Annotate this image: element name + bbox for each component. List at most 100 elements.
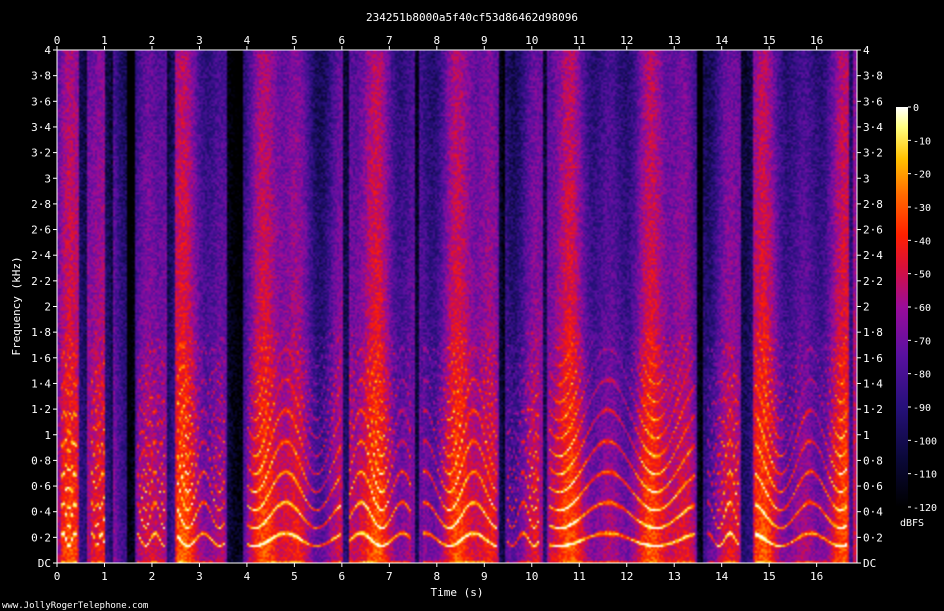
y-tick-label: 1·6 bbox=[31, 352, 51, 365]
x-tick-label-top: 1 bbox=[101, 34, 108, 47]
colorbar-tick-label: -120 bbox=[913, 503, 937, 514]
x-tick-label-top: 11 bbox=[573, 34, 586, 47]
x-tick-label-top: 6 bbox=[339, 34, 346, 47]
colorbar-tick-label: -90 bbox=[913, 403, 931, 414]
y-tick-label-right: 0·8 bbox=[863, 454, 883, 467]
x-tick-label-top: 5 bbox=[291, 34, 298, 47]
y-tick-label-right: 3·8 bbox=[863, 70, 883, 83]
colorbar-tick-label: -110 bbox=[913, 470, 937, 481]
y-tick-label-right: 4 bbox=[863, 44, 870, 57]
colorbar-tick-label: -30 bbox=[913, 203, 931, 214]
y-tick-label-right: 0·4 bbox=[863, 506, 883, 519]
x-tick-label: 14 bbox=[715, 570, 729, 583]
x-tick-label-top: 10 bbox=[525, 34, 538, 47]
y-tick-label: 2·4 bbox=[31, 249, 51, 262]
y-tick-label-right: 3·2 bbox=[863, 147, 883, 160]
y-tick-label-right: 2·4 bbox=[863, 249, 883, 262]
y-axis-right: DC 0·2 0·4 0·6 0·8 1 1·2 1·4 1·6 1·8 2 2·2 2·4 2·6 2·8… bbox=[857, 44, 883, 570]
y-tick-label-right: 2·6 bbox=[863, 224, 883, 237]
y-tick-label: 3·2 bbox=[31, 147, 51, 160]
colorbar: 0 -10 -20 -30 -40 -50 -60 -70 -80 -90 -100 -110 -120… bbox=[896, 103, 937, 529]
y-tick-label-right: 0·6 bbox=[863, 480, 883, 493]
x-tick-label-top: 16 bbox=[810, 34, 823, 47]
y-tick-label-right: 3·6 bbox=[863, 95, 883, 108]
y-tick-label-right: 1·4 bbox=[863, 377, 883, 390]
x-tick-label: 6 bbox=[339, 570, 346, 583]
y-tick-label: 2·8 bbox=[31, 198, 51, 211]
y-tick-label-right: 1·2 bbox=[863, 403, 883, 416]
y-tick-label-right: 2 bbox=[863, 301, 870, 314]
y-tick-label: 3·4 bbox=[31, 121, 51, 134]
x-tick-label: 9 bbox=[481, 570, 488, 583]
colorbar-label: dBFS bbox=[900, 518, 924, 529]
x-tick-label: 13 bbox=[668, 570, 681, 583]
x-tick-label: 7 bbox=[386, 570, 393, 583]
y-tick-label-right: 1·8 bbox=[863, 326, 883, 339]
colorbar-tick-label: -70 bbox=[913, 336, 931, 347]
x-tick-label-top: 8 bbox=[434, 34, 441, 47]
x-tick-label: 1 bbox=[101, 570, 108, 583]
y-tick-label: 1·2 bbox=[31, 403, 51, 416]
y-tick-label: 2·2 bbox=[31, 275, 51, 288]
x-tick-label-top: 0 bbox=[54, 34, 61, 47]
colorbar-tick-label: -50 bbox=[913, 270, 931, 281]
x-tick-label: 10 bbox=[525, 570, 538, 583]
y-tick-label: 0·2 bbox=[31, 531, 51, 544]
x-tick-label-top: 15 bbox=[763, 34, 776, 47]
y-tick-label-right: 1 bbox=[863, 429, 870, 442]
x-tick-label-top: 14 bbox=[715, 34, 729, 47]
y-tick-label-right: 2·2 bbox=[863, 275, 883, 288]
colorbar-tick-label: -80 bbox=[913, 370, 931, 381]
footer-credit: www.JollyRogerTelephone.com bbox=[2, 601, 148, 611]
y-tick-label: 4 bbox=[44, 44, 51, 57]
y-tick-label: 1 bbox=[44, 429, 51, 442]
y-tick-label: 3 bbox=[44, 172, 51, 185]
y-tick-label: 1·8 bbox=[31, 326, 51, 339]
x-tick-label: 2 bbox=[149, 570, 156, 583]
y-tick-label: DC bbox=[38, 557, 51, 570]
plot-area bbox=[56, 49, 858, 564]
x-tick-label-top: 4 bbox=[244, 34, 251, 47]
y-tick-label-right: 0·2 bbox=[863, 531, 883, 544]
y-tick-label-right: 3·4 bbox=[863, 121, 883, 134]
y-tick-label: 3·8 bbox=[31, 70, 51, 83]
colorbar-tick-label: -100 bbox=[913, 436, 937, 447]
y-tick-label: 0·6 bbox=[31, 480, 51, 493]
x-tick-label: 15 bbox=[763, 570, 776, 583]
spectrogram-chart: 234251b8000a5f40cf53d86462d98096 0123456… bbox=[2, 11, 937, 611]
x-axis-bottom: 0 1 2 3 4 5 6 7 8 9 10 11 12 13 14 15 16 bbox=[54, 563, 823, 583]
y-tick-label-right: DC bbox=[863, 557, 876, 570]
x-tick-label-top: 12 bbox=[620, 34, 633, 47]
spectrogram-image bbox=[57, 50, 857, 563]
x-tick-label: 0 bbox=[54, 570, 61, 583]
y-tick-label-right: 1·6 bbox=[863, 352, 883, 365]
y-tick-label: 2·6 bbox=[31, 224, 51, 237]
x-tick-label-top: 13 bbox=[668, 34, 681, 47]
colorbar-tick-label: -60 bbox=[913, 303, 931, 314]
x-tick-label: 8 bbox=[434, 570, 441, 583]
x-axis-label: Time (s) bbox=[431, 586, 484, 599]
x-tick-label: 12 bbox=[620, 570, 633, 583]
x-tick-label-top: 9 bbox=[481, 34, 488, 47]
x-tick-label: 4 bbox=[244, 570, 251, 583]
y-tick-label: 2 bbox=[44, 301, 51, 314]
y-axis-label: Frequency (kHz) bbox=[10, 256, 23, 355]
colorbar-gradient bbox=[896, 107, 908, 507]
x-tick-label: 11 bbox=[573, 570, 586, 583]
x-tick-label-top: 3 bbox=[196, 34, 203, 47]
y-tick-label: 1·4 bbox=[31, 377, 51, 390]
chart-title: 234251b8000a5f40cf53d86462d98096 bbox=[366, 11, 578, 24]
colorbar-tick-label: 0 bbox=[913, 103, 919, 114]
colorbar-tick-label: -10 bbox=[913, 136, 931, 147]
colorbar-tick-label: -40 bbox=[913, 236, 931, 247]
x-tick-label: 3 bbox=[196, 570, 203, 583]
x-axis-top: 0 1 2 3 4 5 6 7 8 9 10 11 12 13 14 15 16 bbox=[54, 34, 823, 50]
y-tick-label: 0·4 bbox=[31, 506, 51, 519]
x-tick-label-top: 7 bbox=[386, 34, 393, 47]
x-tick-label-top: 2 bbox=[149, 34, 156, 47]
x-tick-label: 5 bbox=[291, 570, 298, 583]
colorbar-tick-label: -20 bbox=[913, 170, 931, 181]
y-tick-label-right: 2·8 bbox=[863, 198, 883, 211]
y-axis-left: DC 0·2 0·4 0·6 0·8 1 1·2 1·4 1·6 1·8 2 2·2 2·4 2·6 2·8… bbox=[31, 44, 57, 570]
y-tick-label: 3·6 bbox=[31, 95, 51, 108]
